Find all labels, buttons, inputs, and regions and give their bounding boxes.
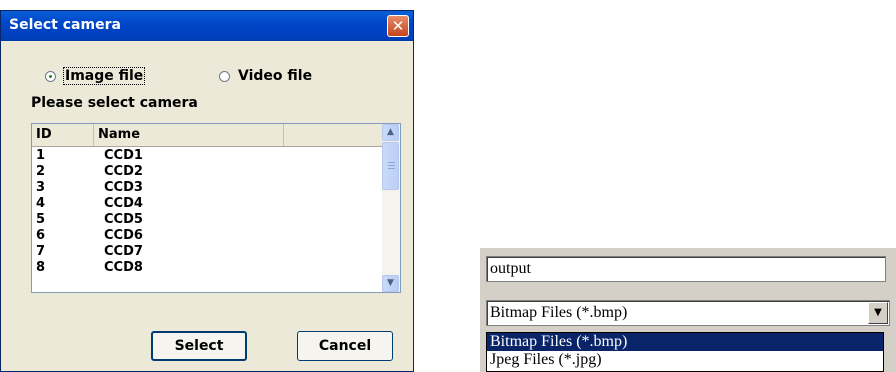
file-type-value: Bitmap Files (*.bmp)	[490, 304, 628, 321]
cell-name: CCD2	[104, 164, 143, 179]
list-scrollbar[interactable]: ▲ ▼	[382, 124, 400, 292]
table-row[interactable]: 3 CCD3	[32, 180, 382, 196]
video-file-label: Video file	[238, 68, 313, 84]
camera-list[interactable]: ID Name 1 CCD1 2 CCD2 3 CCD3 4 CCD4 5 CCD5 6 C…	[31, 123, 401, 293]
scroll-up-button[interactable]: ▲	[382, 124, 399, 141]
radio-checked-icon	[45, 70, 56, 82]
dropdown-button[interactable]: ▼	[868, 302, 888, 324]
cancel-button[interactable]: Cancel	[297, 331, 393, 361]
cell-id: 6	[36, 228, 46, 243]
table-row[interactable]: 2 CCD2	[32, 164, 382, 180]
cell-name: CCD7	[104, 244, 143, 259]
cell-id: 1	[36, 148, 46, 163]
title-bar[interactable]: Select camera ✕	[1, 11, 413, 41]
column-header-empty[interactable]	[284, 124, 382, 146]
cell-name: CCD5	[104, 212, 143, 227]
cell-name: CCD4	[104, 196, 143, 211]
column-header-name[interactable]: Name	[94, 124, 284, 146]
cell-id: 2	[36, 164, 46, 179]
table-row[interactable]: 4 CCD4	[32, 196, 382, 212]
chevron-down-icon: ▼	[874, 307, 882, 318]
column-header-id[interactable]: ID	[32, 124, 94, 146]
grip-line	[388, 168, 395, 169]
table-row[interactable]: 8 CCD8	[32, 260, 382, 276]
dropdown-option[interactable]: Jpeg Files (*.jpg)	[487, 351, 883, 369]
select-camera-prompt: Please select camera	[31, 95, 198, 111]
table-row[interactable]: 1 CCD1	[32, 148, 382, 164]
image-file-radio[interactable]: Image file	[45, 67, 146, 85]
cell-id: 8	[36, 260, 46, 275]
cell-name: CCD3	[104, 180, 143, 195]
list-rows: 1 CCD1 2 CCD2 3 CCD3 4 CCD4 5 CCD5 6 CCD6 7 CCD…	[32, 148, 382, 276]
cell-name: CCD1	[104, 148, 143, 163]
cell-name: CCD6	[104, 228, 143, 243]
radio-unchecked-icon	[219, 70, 230, 82]
grip-line	[388, 165, 395, 166]
video-file-radio[interactable]: Video file	[219, 68, 312, 84]
table-row[interactable]: 5 CCD5	[32, 212, 382, 228]
grip-line	[388, 162, 395, 163]
list-header: ID Name	[32, 124, 382, 147]
cell-id: 3	[36, 180, 46, 195]
dropdown-option[interactable]: Bitmap Files (*.bmp)	[487, 333, 883, 351]
chevron-down-icon: ▼	[387, 278, 394, 288]
filename-input[interactable]: output	[486, 256, 886, 282]
close-button[interactable]: ✕	[387, 15, 409, 37]
close-icon: ✕	[391, 17, 405, 35]
image-file-label: Image file	[62, 67, 146, 85]
dialog-title: Select camera	[9, 17, 121, 33]
file-type-dropdown-list[interactable]: Bitmap Files (*.bmp) Jpeg Files (*.jpg)	[486, 332, 884, 372]
file-panel: output Bitmap Files (*.bmp) ▼ Bitmap Fil…	[480, 248, 896, 372]
scroll-down-button[interactable]: ▼	[382, 275, 399, 292]
file-type-select[interactable]: Bitmap Files (*.bmp) ▼	[486, 300, 890, 326]
select-camera-dialog: Select camera ✕ Image file Video file Pl…	[0, 10, 414, 372]
cell-name: CCD8	[104, 260, 143, 275]
table-row[interactable]: 7 CCD7	[32, 244, 382, 260]
cell-id: 7	[36, 244, 46, 259]
select-button[interactable]: Select	[151, 331, 247, 361]
table-row[interactable]: 6 CCD6	[32, 228, 382, 244]
scroll-thumb[interactable]	[382, 142, 399, 190]
chevron-up-icon: ▲	[387, 127, 394, 137]
cell-id: 4	[36, 196, 46, 211]
cell-id: 5	[36, 212, 46, 227]
